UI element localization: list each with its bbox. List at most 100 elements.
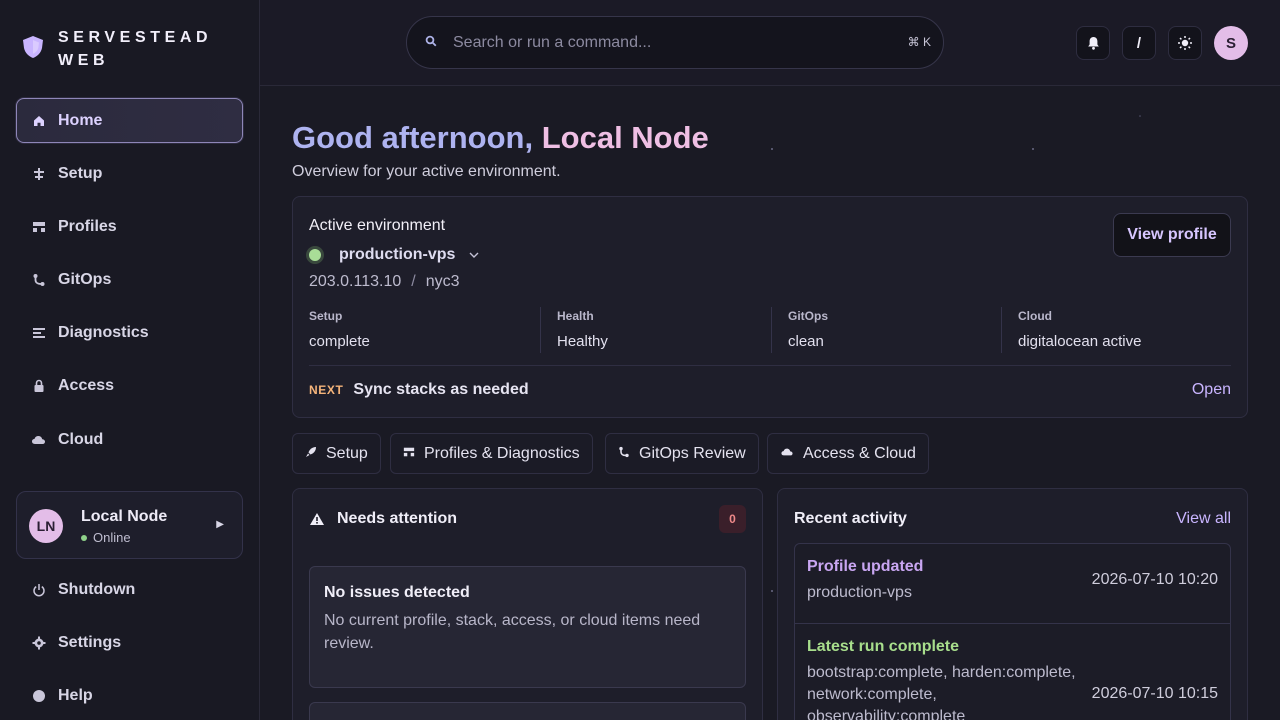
needs-attention-header: Needs attention: [309, 510, 457, 528]
activity-time: 2026-07-10 10:20: [1091, 571, 1218, 588]
sidebar-item-label: Setup: [58, 164, 103, 182]
sidebar-item-profiles[interactable]: Profiles: [16, 204, 243, 249]
profiles-icon: [31, 219, 46, 234]
cloud-icon: [31, 432, 46, 447]
sidebar-item-access[interactable]: Access: [16, 364, 243, 409]
quick-action-label: Access & Cloud: [803, 444, 916, 462]
page-title: Good afternoon, Local Node: [292, 120, 709, 156]
sidebar-item-gitops[interactable]: GitOps: [16, 258, 243, 303]
stat-label: GitOps: [788, 309, 829, 323]
activity-list: Profile updated production-vps 2026-07-1…: [794, 543, 1231, 720]
address-separator: /: [411, 273, 416, 290]
search-input[interactable]: Search or run a command...: [453, 34, 651, 52]
environment-ip: 203.0.113.10: [309, 273, 402, 290]
node-status: Online: [81, 530, 131, 545]
shortcut-hint: ⌘ K: [907, 35, 931, 49]
shield-logo-icon: [23, 36, 43, 58]
no-issues-text: No current profile, stack, access, or cl…: [324, 612, 701, 652]
help-icon: [31, 688, 46, 703]
environment-label: Active environment: [309, 217, 446, 234]
stat-value: digitalocean active: [1018, 333, 1142, 350]
stat-label: Setup: [309, 309, 343, 323]
sidebar-item-label: Help: [58, 686, 93, 704]
gear-icon: [31, 635, 46, 650]
sun-icon: [1178, 36, 1192, 50]
environment-selector[interactable]: production-vps: [309, 246, 479, 264]
diagnostics-icon: [31, 326, 46, 341]
sidebar: SERVESTEAD WEB Home Setup Profiles GitOp…: [0, 0, 260, 720]
issue-count-badge: 0: [719, 505, 746, 533]
next-step-text: Sync stacks as needed: [353, 381, 529, 398]
sidebar-item-label: Shutdown: [58, 580, 136, 598]
view-profile-button[interactable]: View profile: [1113, 213, 1231, 257]
page-subtitle: Overview for your active environment.: [292, 163, 561, 180]
sidebar-item-help[interactable]: Help: [16, 673, 243, 718]
sidebar-item-label: Profiles: [58, 217, 117, 235]
sidebar-item-label: Diagnostics: [58, 324, 149, 342]
stat-setup: Setup complete: [309, 307, 540, 353]
home-icon: [31, 113, 46, 128]
greeting-name: Local Node: [541, 120, 709, 155]
activity-detail: bootstrap:complete, harden:complete, net…: [807, 664, 1076, 720]
activity-detail: production-vps: [807, 584, 912, 601]
bell-icon: [1087, 37, 1099, 50]
sidebar-item-label: Home: [58, 111, 103, 129]
sidebar-item-setup[interactable]: Setup: [16, 151, 243, 196]
power-icon: [31, 582, 46, 597]
brand-name-line2: WEB: [58, 52, 110, 69]
command-search[interactable]: Search or run a command... ⌘ K: [406, 16, 944, 69]
quick-action-profiles-diagnostics[interactable]: Profiles & Diagnostics: [390, 433, 593, 474]
chevron-right-icon: ▶: [216, 519, 224, 530]
next-step-open-link[interactable]: Open: [1192, 381, 1231, 399]
stat-value: complete: [309, 333, 370, 350]
next-step-row: NEXT Sync stacks as needed Open: [309, 381, 1231, 399]
git-icon: [31, 273, 46, 288]
environment-stats: Setup complete Health Healthy GitOps cle…: [309, 307, 1231, 353]
environment-name: production-vps: [339, 246, 456, 263]
stat-label: Cloud: [1018, 309, 1052, 323]
sidebar-item-diagnostics[interactable]: Diagnostics: [16, 311, 243, 356]
quick-action-label: Setup: [326, 444, 368, 462]
sidebar-item-settings[interactable]: Settings: [16, 620, 243, 665]
activity-title: Latest run complete: [807, 638, 960, 655]
user-avatar[interactable]: S: [1214, 26, 1248, 60]
stat-gitops: GitOps clean: [771, 307, 1001, 353]
cloud-icon: [780, 446, 794, 461]
environment-address: 203.0.113.10 / nyc3: [309, 273, 459, 291]
quick-action-label: Profiles & Diagnostics: [424, 444, 580, 462]
rocket-icon: [305, 446, 317, 461]
list-item[interactable]: Latest run complete bootstrap:complete, …: [795, 624, 1230, 720]
quick-action-gitops-review[interactable]: GitOps Review: [605, 433, 759, 474]
node-switcher[interactable]: LN Local Node Online ▶: [16, 491, 243, 559]
chevron-down-icon: [469, 249, 479, 261]
sidebar-nav: Home Setup Profiles GitOps Diagnostics A…: [16, 98, 243, 470]
quick-action-access-cloud[interactable]: Access & Cloud: [767, 433, 929, 474]
notifications-button[interactable]: [1076, 26, 1110, 60]
search-icon: [425, 35, 439, 50]
sidebar-item-label: Access: [58, 377, 115, 395]
stat-cloud: Cloud digitalocean active: [1001, 307, 1231, 353]
recent-activity-card: Recent activity View all Profile updated…: [777, 488, 1248, 720]
no-issues-title: No issues detected: [324, 584, 470, 601]
topbar: Search or run a command... ⌘ K / S: [260, 0, 1280, 86]
theme-toggle-button[interactable]: [1168, 26, 1202, 60]
sliders-icon: [31, 166, 46, 181]
stat-value: Healthy: [557, 333, 608, 350]
sidebar-item-cloud[interactable]: Cloud: [16, 417, 243, 462]
divider: [309, 365, 1231, 366]
brand[interactable]: SERVESTEAD WEB: [20, 26, 212, 72]
sidebar-item-shutdown[interactable]: Shutdown: [16, 567, 243, 612]
command-palette-button[interactable]: /: [1122, 26, 1156, 60]
active-environment-card: Active environment production-vps 203.0.…: [292, 196, 1248, 418]
slash-icon: /: [1136, 34, 1142, 52]
list-item[interactable]: Profile updated production-vps 2026-07-1…: [795, 544, 1230, 624]
sidebar-item-home[interactable]: Home: [16, 98, 243, 143]
stat-health: Health Healthy: [540, 307, 771, 353]
sidebar-item-label: Cloud: [58, 430, 104, 448]
stat-value: clean: [788, 333, 824, 350]
view-all-link[interactable]: View all: [1176, 510, 1231, 528]
quick-action-setup[interactable]: Setup: [292, 433, 381, 474]
needs-attention-title: Needs attention: [337, 510, 458, 527]
brand-name: SERVESTEAD: [58, 29, 213, 46]
node-status-label: Online: [93, 530, 131, 545]
